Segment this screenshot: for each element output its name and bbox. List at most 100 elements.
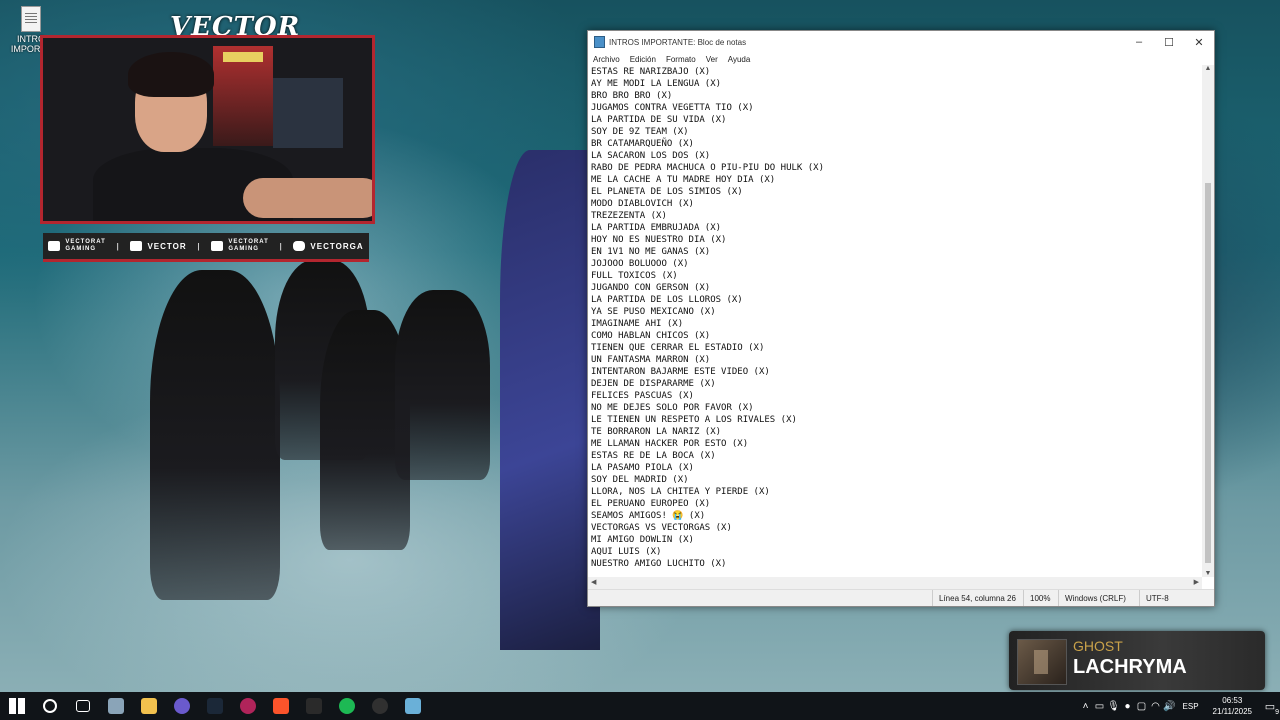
clock-time: 06:53: [1222, 696, 1243, 705]
scroll-right-icon[interactable]: ▶: [1194, 578, 1199, 586]
file-explorer-icon: [140, 698, 157, 714]
scroll-up-icon[interactable]: ▲: [1202, 65, 1214, 72]
text-line: LA PASAMO PIOLA (X): [591, 463, 694, 473]
menu-archivo[interactable]: Archivo: [593, 55, 620, 64]
social-instagram: VECTORGA: [293, 241, 363, 251]
spotify-icon: [338, 698, 355, 714]
text-document-icon: [21, 6, 41, 32]
scroll-down-icon[interactable]: ▼: [1202, 570, 1214, 577]
obs-studio-icon: [371, 698, 388, 714]
language-indicator[interactable]: ESP: [1183, 702, 1199, 711]
text-line: JUGANDO CON GERSON (X): [591, 283, 711, 293]
text-line: EL PERUANO EUROPEO (X): [591, 499, 711, 509]
text-line: SOY DE 9Z TEAM (X): [591, 127, 689, 137]
obs-icon[interactable]: [231, 692, 264, 720]
text-line: SOY DEL MADRID (X): [591, 475, 689, 485]
text-line: AQUI LUIS (X): [591, 547, 662, 557]
text-line: FULL TOXICOS (X): [591, 271, 678, 281]
social-twitter: VECTORAT GAMING: [211, 239, 268, 253]
spotify-icon[interactable]: [330, 692, 363, 720]
game-launcher-icon: [305, 698, 322, 714]
cursor-position: Línea 54, columna 26: [932, 590, 1023, 606]
track-name: LACHRYMA: [1073, 656, 1187, 678]
steam-icon[interactable]: [198, 692, 231, 720]
line-ending: Windows (CRLF): [1058, 590, 1139, 606]
vertical-scrollbar[interactable]: ▲ ▼: [1202, 65, 1214, 577]
now-playing-widget: GHOST LACHRYMA: [1009, 631, 1265, 690]
scroll-left-icon[interactable]: ◀: [591, 578, 596, 586]
text-line: MI AMIGO DOWLIN (X): [591, 535, 694, 545]
album-art: [1017, 639, 1067, 685]
notification-count: 9: [1275, 708, 1279, 716]
scrollbar-thumb[interactable]: [1205, 183, 1211, 563]
search-button[interactable]: [33, 692, 66, 720]
text-line: AY ME MODI LA LENGUA (X): [591, 79, 722, 89]
maximize-button[interactable]: ☐: [1154, 36, 1184, 49]
notepad-icon: [404, 698, 421, 714]
twitch-icon: [130, 241, 143, 251]
text-line: ESTAS RE DE LA BOCA (X): [591, 451, 716, 461]
text-line: TREZEZENTA (X): [591, 211, 667, 221]
menu-ayuda[interactable]: Ayuda: [728, 55, 751, 64]
menu-edicion[interactable]: Edición: [630, 55, 656, 64]
task-view-button[interactable]: [66, 692, 99, 720]
monitor-icon[interactable]: ▢: [1135, 701, 1149, 712]
game-launcher-icon[interactable]: [297, 692, 330, 720]
volume-icon[interactable]: 🔊: [1163, 701, 1177, 712]
text-line: JOJOOO BOLUOOO (X): [591, 259, 689, 269]
discord-icon: [173, 698, 190, 714]
start-icon: [8, 698, 25, 714]
social-bar: VECTORAT GAMING | VECTOR | VECTORAT GAMI…: [43, 233, 369, 262]
search-icon: [42, 699, 57, 713]
minimize-button[interactable]: –: [1124, 36, 1154, 49]
menu-ver[interactable]: Ver: [706, 55, 718, 64]
text-line: LA PARTIDA EMBRUJADA (X): [591, 223, 722, 233]
text-line: JUGAMOS CONTRA VEGETTA TIO (X): [591, 103, 754, 113]
notepad-icon: [594, 36, 605, 48]
text-line: DEJEN DE DISPARARME (X): [591, 379, 716, 389]
obs-studio-icon[interactable]: [363, 692, 396, 720]
steam-icon: [206, 698, 223, 714]
text-line: LLORA, NOS LA CHITEA Y PIERDE (X): [591, 487, 770, 497]
webcam-feed: [40, 35, 375, 224]
notepad-icon[interactable]: [396, 692, 429, 720]
clock[interactable]: 06:53 21/11/2025: [1213, 695, 1252, 717]
recording-icon[interactable]: ●: [1121, 701, 1135, 712]
microphone-icon[interactable]: 🎙: [1107, 701, 1121, 712]
social-youtube: VECTORAT GAMING: [48, 239, 105, 253]
task-view-icon: [75, 700, 90, 712]
chevron-up-icon[interactable]: ˄: [1079, 701, 1093, 712]
text-editor[interactable]: ESTAS RE NARIZBAJO (X) AY ME MODI LA LENG…: [588, 65, 1202, 577]
notification-icon[interactable]: ▭ 9: [1260, 700, 1280, 716]
text-line: NO ME DEJES SOLO POR FAVOR (X): [591, 403, 754, 413]
file-explorer-icon[interactable]: [132, 692, 165, 720]
social-twitch: VECTOR: [130, 241, 186, 251]
artist-name: GHOST: [1073, 638, 1123, 654]
app-window-icon: [107, 698, 124, 714]
horizontal-scrollbar[interactable]: ◀ ▶: [588, 577, 1202, 589]
zoom-level: 100%: [1023, 590, 1058, 606]
text-line: HOY NO ES NUESTRO DIA (X): [591, 235, 727, 245]
close-button[interactable]: ✕: [1184, 36, 1214, 49]
text-line: TE BORRARON LA NARIZ (X): [591, 427, 722, 437]
text-line: UN FANTASMA MARRON (X): [591, 355, 711, 365]
text-line: FELICES PASCUAS (X): [591, 391, 694, 401]
wifi-icon[interactable]: ◠: [1149, 701, 1163, 712]
text-line: EL PLANETA DE LOS SIMIOS (X): [591, 187, 743, 197]
discord-icon[interactable]: [165, 692, 198, 720]
window-titlebar[interactable]: INTROS IMPORTANTE: Bloc de notas – ☐ ✕: [588, 31, 1214, 53]
text-line: MODO DIABLOVICH (X): [591, 199, 694, 209]
app-window-icon[interactable]: [99, 692, 132, 720]
brave-icon[interactable]: [264, 692, 297, 720]
text-line: TIENEN QUE CERRAR EL ESTADIO (X): [591, 343, 765, 353]
start-button[interactable]: [0, 692, 33, 720]
text-line: ESTAS RE NARIZBAJO (X): [591, 67, 711, 77]
network-icon[interactable]: ▭: [1093, 701, 1107, 712]
text-line: LA SACARON LOS DOS (X): [591, 151, 711, 161]
menu-formato[interactable]: Formato: [666, 55, 696, 64]
obs-icon: [239, 698, 256, 714]
text-line: ME LA CACHE A TU MADRE HOY DIA (X): [591, 175, 776, 185]
youtube-icon: [48, 241, 61, 251]
taskbar: ˄ ▭ 🎙 ● ▢ ◠ 🔊 ESP 06:53 21/11/2025 ▭ 9: [0, 692, 1280, 720]
status-bar: Línea 54, columna 26 100% Windows (CRLF)…: [588, 589, 1214, 606]
